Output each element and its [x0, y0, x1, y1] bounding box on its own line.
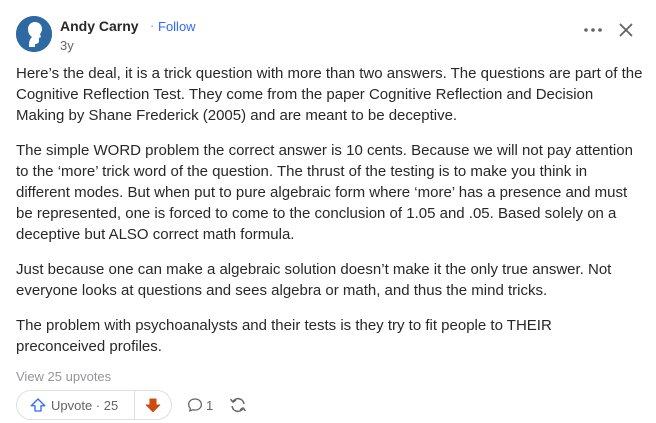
more-horizontal-icon[interactable]: [581, 18, 605, 42]
separator-dot: ·: [150, 18, 155, 33]
answer-body: Here’s the deal, it is a trick question …: [16, 63, 644, 371]
share-button[interactable]: [226, 390, 252, 420]
author-name[interactable]: Andy Carny: [60, 18, 139, 34]
upvote-label: Upvote · 25: [51, 398, 119, 413]
comment-bubble-icon: [187, 398, 203, 412]
avatar[interactable]: [16, 16, 52, 52]
answer-timestamp[interactable]: 3y: [60, 38, 74, 53]
answer-card: Andy Carny · Follow 3y Here’s the deal, …: [0, 0, 656, 423]
follow-button[interactable]: Follow: [158, 19, 196, 34]
downvote-arrow-icon: [145, 398, 161, 413]
downvote-button[interactable]: [135, 391, 171, 419]
share-refresh-icon: [230, 397, 246, 413]
comment-count: 1: [206, 398, 214, 413]
upvote-button[interactable]: Upvote · 25: [17, 391, 134, 419]
answer-paragraph: Here’s the deal, it is a trick question …: [16, 65, 643, 124]
answer-header: Andy Carny · Follow 3y: [16, 14, 640, 58]
answer-paragraph: Just because one can make a algebraic so…: [16, 261, 612, 299]
default-avatar-icon: [16, 16, 52, 52]
upvote-arrow-icon: [30, 398, 46, 412]
close-icon[interactable]: [614, 18, 638, 42]
answer-paragraph: The problem with psychoanalysts and thei…: [16, 317, 552, 355]
comment-button[interactable]: 1: [182, 390, 222, 420]
answer-paragraph: The simple WORD problem the correct answ…: [16, 142, 633, 243]
view-upvotes-link[interactable]: View 25 upvotes: [16, 369, 111, 384]
vote-group: Upvote · 25: [16, 390, 172, 420]
